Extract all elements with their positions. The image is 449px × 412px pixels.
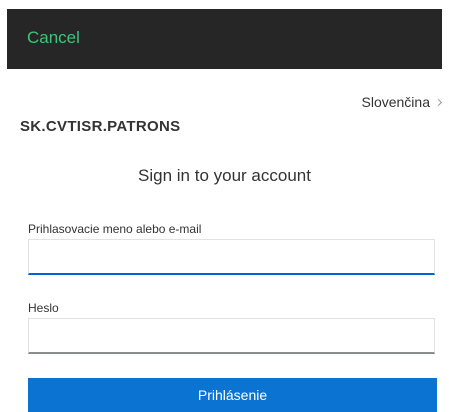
- page-title: Sign in to your account: [138, 166, 311, 185]
- cancel-button[interactable]: Cancel: [27, 27, 80, 49]
- chevron-right-icon: [434, 98, 443, 107]
- password-label: Heslo: [28, 301, 59, 315]
- language-label: Slovenčina: [361, 94, 431, 110]
- password-input[interactable]: [28, 318, 435, 354]
- language-selector[interactable]: Slovenčina: [361, 94, 443, 110]
- top-bar: Cancel: [7, 9, 442, 69]
- username-label: Prihlasovacie meno alebo e-mail: [28, 222, 202, 236]
- realm-name: SK.CVTISR.PATRONS: [20, 118, 181, 135]
- username-input[interactable]: [28, 239, 435, 275]
